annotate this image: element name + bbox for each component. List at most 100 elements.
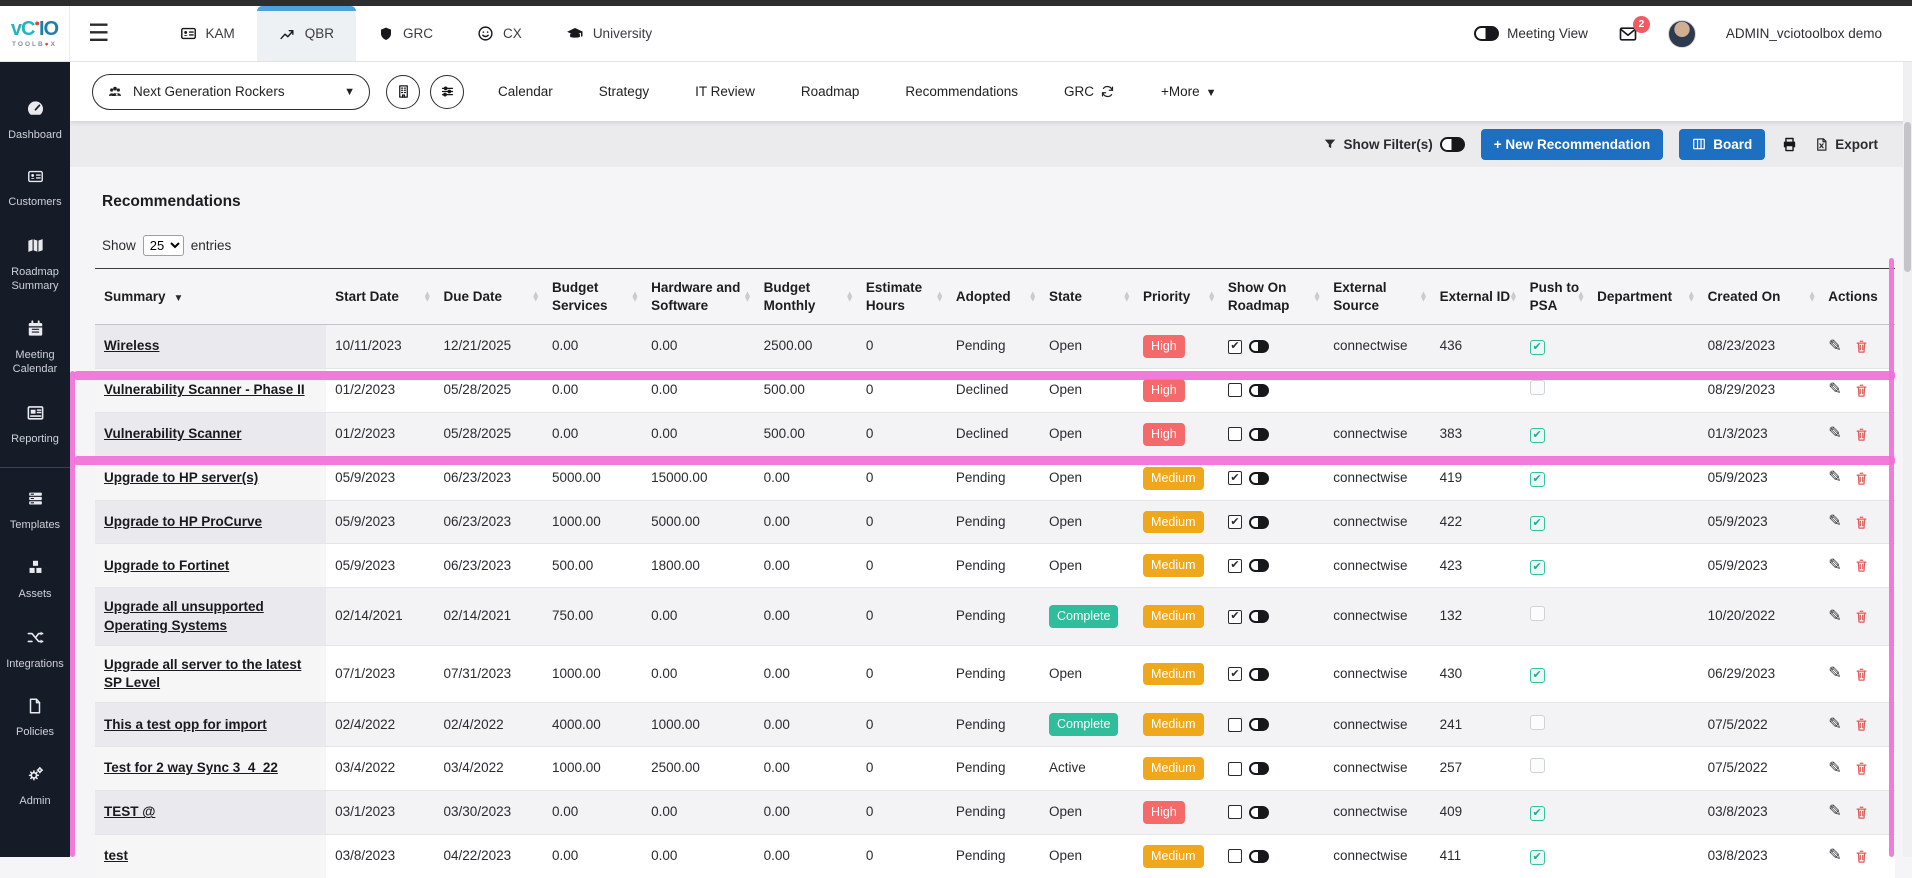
roadmap-checkbox[interactable]: ✔ [1227,339,1242,354]
summary-link[interactable]: Upgrade to HP server(s) [104,470,258,485]
toggle-icon[interactable] [1248,610,1269,624]
push-to-psa-checkbox[interactable]: ✔ [1529,515,1545,531]
tab-grc[interactable]: GRC [356,6,455,61]
subnav-link-roadmap[interactable]: Roadmap [801,84,860,99]
hamburger-menu-icon[interactable]: ☰ [88,19,110,48]
edit-pencil-icon[interactable]: ✎ [1828,382,1841,398]
avatar[interactable] [1667,19,1696,48]
edit-pencil-icon[interactable]: ✎ [1828,426,1841,442]
sidebar-item-reporting[interactable]: Reporting [0,390,70,459]
tab-kam[interactable]: KAM [158,6,257,61]
sliders-button[interactable] [430,74,464,109]
roadmap-checkbox[interactable] [1227,761,1242,776]
column-header-state[interactable]: State ▲ ▼ [1039,267,1135,326]
subnav-link-it-review[interactable]: IT Review [695,84,755,99]
column-header-created_on[interactable]: Created On ▲ ▼ [1698,267,1820,326]
toggle-icon[interactable] [1248,667,1269,681]
board-button[interactable]: Board [1679,128,1766,160]
roadmap-checkbox[interactable]: ✔ [1227,558,1242,573]
roadmap-checkbox[interactable]: ✔ [1227,471,1242,486]
vcio-toolbox-logo[interactable]: vC●IO TOOLB●X [0,6,70,61]
edit-pencil-icon[interactable]: ✎ [1828,716,1841,733]
subnav-link-grc[interactable]: GRC [1064,84,1115,99]
sidebar-item-roadmap-summary[interactable]: Roadmap Summary [0,223,70,307]
toggle-icon[interactable] [1248,762,1269,776]
toggle-icon[interactable] [1248,383,1269,397]
edit-pencil-icon[interactable]: ✎ [1828,804,1841,820]
push-to-psa-checkbox[interactable]: ✔ [1529,559,1545,575]
user-name[interactable]: ADMIN_vciotoolbox demo [1726,26,1882,41]
delete-trash-icon[interactable] [1854,471,1869,486]
summary-link[interactable]: Vulnerability Scanner [104,426,242,441]
export-button[interactable]: Export [1814,137,1878,152]
delete-trash-icon[interactable] [1854,609,1869,624]
column-header-summary[interactable]: Summary ▼ [95,267,327,326]
edit-pencil-icon[interactable]: ✎ [1828,470,1841,486]
column-header-priority[interactable]: Priority ▲ ▼ [1134,267,1219,326]
push-to-psa-checkbox[interactable]: ✔ [1529,850,1545,866]
sidebar-item-assets[interactable]: Assets [0,545,70,614]
roadmap-checkbox[interactable]: ✔ [1227,667,1242,681]
sidebar-item-dashboard[interactable]: Dashboard [0,86,70,155]
toggle-icon[interactable] [1248,471,1269,485]
tab-cx[interactable]: CX [455,6,544,61]
push-to-psa-checkbox[interactable] [1529,758,1545,774]
push-to-psa-checkbox[interactable]: ✔ [1529,667,1545,683]
column-header-budget_services[interactable]: Budget Services ▲ ▼ [542,267,643,326]
roadmap-checkbox[interactable] [1227,717,1242,732]
delete-trash-icon[interactable] [1854,558,1869,573]
toggle-icon[interactable] [1248,718,1269,732]
roadmap-checkbox[interactable] [1227,427,1242,442]
sidebar-item-templates[interactable]: Templates [0,476,70,545]
summary-link[interactable]: test [104,848,128,863]
tab-university[interactable]: University [544,6,674,61]
edit-pencil-icon[interactable]: ✎ [1828,760,1841,777]
subnav-link-strategy[interactable]: Strategy [599,84,649,99]
edit-pencil-icon[interactable]: ✎ [1828,608,1841,625]
edit-pencil-icon[interactable]: ✎ [1828,338,1841,355]
toggle-icon[interactable] [1248,427,1269,441]
messages-button[interactable]: 2 [1618,15,1650,44]
edit-pencil-icon[interactable]: ✎ [1828,848,1841,864]
toggle-icon[interactable] [1248,805,1269,819]
summary-link[interactable]: This a test opp for import [104,717,267,732]
sidebar-item-admin[interactable]: Admin [0,752,70,821]
new-recommendation-button[interactable]: + New Recommendation [1480,128,1664,160]
building-button[interactable] [386,74,420,109]
edit-pencil-icon[interactable]: ✎ [1828,666,1841,682]
summary-link[interactable]: Upgrade all unsupported Operating System… [104,599,264,632]
delete-trash-icon[interactable] [1854,515,1869,530]
sidebar-item-policies[interactable]: Policies [0,684,70,752]
summary-link[interactable]: Upgrade to Fortinet [104,558,229,573]
summary-link[interactable]: Test for 2 way Sync 3_4_22 [104,760,278,775]
push-to-psa-checkbox[interactable]: ✔ [1529,471,1545,487]
push-to-psa-checkbox[interactable]: ✔ [1529,340,1545,356]
toggle-icon[interactable] [1248,340,1269,354]
show-filters-toggle[interactable]: Show Filter(s) [1323,136,1465,152]
column-header-adopted[interactable]: Adopted ▲ ▼ [946,267,1040,326]
push-to-psa-checkbox[interactable] [1529,714,1545,730]
summary-link[interactable]: Vulnerability Scanner - Phase II [104,382,305,397]
subnav-link--more[interactable]: +More ▼ [1161,84,1217,99]
column-header-start_date[interactable]: Start Date ▲ ▼ [326,267,435,326]
sidebar-item-integrations[interactable]: Integrations [0,615,70,684]
column-header-hardware[interactable]: Hardware and Software ▲ ▼ [642,267,755,326]
column-header-due_date[interactable]: Due Date ▲ ▼ [434,267,543,326]
delete-trash-icon[interactable] [1854,383,1869,398]
delete-trash-icon[interactable] [1854,339,1869,354]
roadmap-checkbox[interactable]: ✔ [1227,609,1242,624]
edit-pencil-icon[interactable]: ✎ [1828,557,1841,574]
summary-link[interactable]: TEST @ [104,804,155,819]
subnav-link-recommendations[interactable]: Recommendations [905,84,1018,99]
scrollbar-track[interactable] [1903,62,1912,857]
summary-link[interactable]: Wireless [104,338,159,353]
delete-trash-icon[interactable] [1854,427,1869,442]
page-size-select[interactable]: 25 [142,235,184,256]
delete-trash-icon[interactable] [1854,717,1869,732]
delete-trash-icon[interactable] [1854,667,1869,682]
column-header-roadmap[interactable]: Show On Roadmap ▲ ▼ [1218,267,1325,326]
client-selector[interactable]: Next Generation Rockers ▼ [92,73,370,110]
column-header-estimate_hours[interactable]: Estimate Hours ▲ ▼ [856,267,947,326]
toggle-icon[interactable] [1248,515,1269,529]
push-to-psa-checkbox[interactable] [1529,380,1545,396]
